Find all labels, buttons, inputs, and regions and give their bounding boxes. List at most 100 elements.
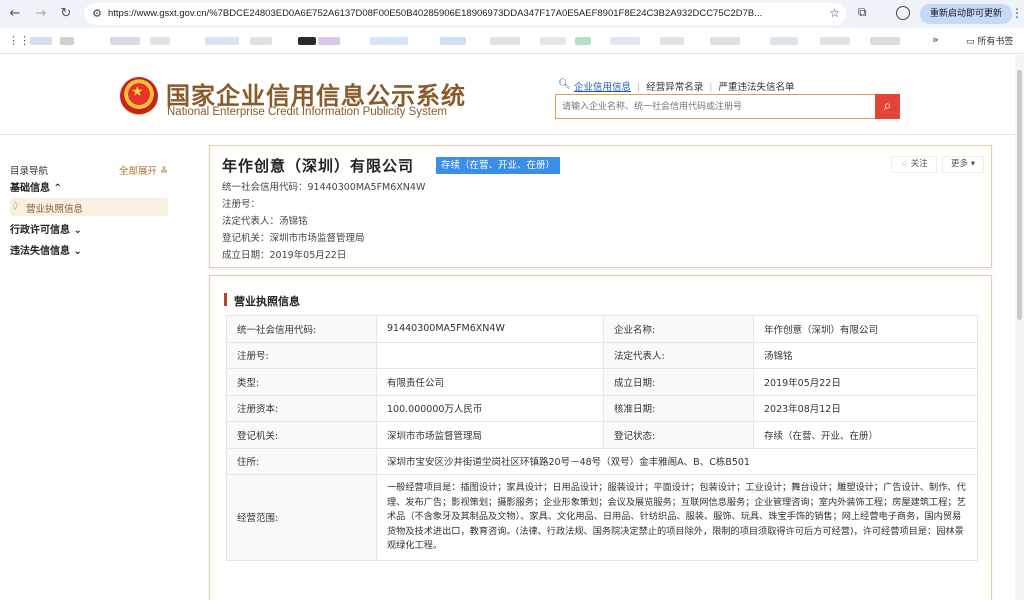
table-row: 统一社会信用代码: 91440300MA5FM6XN4W 企业名称: 年作创意（… [226,315,978,343]
expand-all-button[interactable]: 全部展开 ≚ [119,163,168,177]
bookmark-item[interactable] [60,37,74,45]
field-value: 有限责任公司 [376,368,604,396]
field-value: 年作创意（深圳）有限公司 [753,315,978,343]
status-badge: 存续（在营、开业、在册） [436,157,561,174]
bookmarks-bar: ⋮⋮ » ▭ 所有书签 [0,28,1024,54]
bookmark-item[interactable] [660,37,684,45]
bookmark-star-icon[interactable]: ☆ [829,6,840,20]
follow-label: 关注 [910,159,928,169]
browser-toolbar: ← → ↻ ⚙ https://www.gsxt.gov.cn/%7BDCE24… [0,0,1024,28]
bookmark-item[interactable] [490,37,520,45]
address-value: 深圳市宝安区沙井街道坣岗社区环镇路20号－48号（双号）金丰雅阁A、B、C栋B5… [376,447,978,475]
field-value: 91440300MA5FM6XN4W [376,315,604,343]
scrollbar-thumb[interactable] [1017,70,1022,320]
search-button[interactable]: ⌕ [875,94,900,119]
link-enterprise-credit[interactable]: 企业信用信息 [574,79,631,93]
field-label: 登记状态: [603,421,754,449]
field-label: 注册资本: [226,394,377,422]
field-label: 法定代表人: [603,341,754,369]
search-input[interactable] [556,95,875,118]
more-button[interactable]: 更多 ▾ [942,156,984,173]
chevron-down-icon: ⌄ [73,246,82,257]
sidebar-item-label: 基础信息 [10,183,50,194]
reload-icon[interactable]: ↻ [57,5,75,23]
url-text[interactable]: https://www.gsxt.gov.cn/%7BDCE24803ED0A6… [108,8,818,19]
apps-grid-icon[interactable]: ⋮⋮ [8,34,30,47]
bookmark-item[interactable] [870,37,900,45]
field-value [376,341,604,369]
table-row: 类型: 有限责任公司 成立日期: 2019年05月22日 [226,368,978,396]
bookmark-item[interactable] [540,37,566,45]
bookmark-item[interactable] [370,37,408,45]
sidebar-title: 目录导航 [10,166,49,177]
bookmark-item[interactable] [770,37,798,45]
field-value: 深圳市市场监督管理局 [376,421,604,449]
profile-icon[interactable] [896,6,910,20]
bookmark-item[interactable] [250,37,272,45]
location-pin-icon: ◊ [13,201,18,211]
chevron-up-icon: ⌃ [53,183,62,194]
all-bookmarks-label: 所有书签 [977,37,1014,47]
table-row: 经营范围: 一般经营项目是：插图设计；家具设计；日用品设计；服装设计；平面设计；… [226,474,978,561]
business-scope-value: 一般经营项目是：插图设计；家具设计；日用品设计；服装设计；平面设计；包装设计；工… [376,474,978,561]
browser-menu-icon[interactable]: ⋮ [1011,6,1023,20]
chevron-down-icon: ⌄ [73,225,82,236]
field-label: 注册号: [226,341,377,369]
bookmark-item[interactable] [440,37,466,45]
extensions-icon[interactable]: ⧉ [858,5,867,20]
section-title: 营业执照信息 [234,295,300,308]
field-label: 统一社会信用代码: [226,315,377,343]
field-value: 汤锦铭 [753,341,978,369]
legal-rep-line: 法定代表人：汤锦铭 [222,216,308,227]
sidebar-item-admin-license[interactable]: 行政许可信息 ⌄ [10,221,82,236]
bookmark-item[interactable] [205,37,239,45]
bookmark-item[interactable] [710,37,740,45]
bookmarks-overflow-icon[interactable]: » [932,33,939,46]
bookmark-item[interactable] [610,37,640,45]
restart-update-button[interactable]: 重新启动即可更新 [920,4,1012,24]
founded-date-line: 成立日期：2019年05月22日 [222,250,347,261]
sidebar-item-label: 违法失信信息 [10,246,70,257]
link-blacklist[interactable]: 严重违法失信名单 [718,79,794,93]
follow-button[interactable]: ☆ 关注 [891,156,937,173]
sidebar-item-violations[interactable]: 违法失信信息 ⌄ [10,242,82,257]
reg-number-line: 注册号： [222,199,261,210]
authority-line: 登记机关：深圳市市场监督管理局 [222,233,365,244]
bookmark-item[interactable] [575,37,591,45]
field-label: 类型: [226,368,377,396]
bookmark-item[interactable] [820,37,850,45]
forward-icon[interactable]: → [32,5,50,23]
table-row: 住所: 深圳市宝安区沙井街道坣岗社区环镇路20号－48号（双号）金丰雅阁A、B、… [226,447,978,475]
license-info-section: 营业执照信息 统一社会信用代码: 91440300MA5FM6XN4W 企业名称… [209,275,992,600]
star-icon: ☆ [900,159,908,169]
more-label: 更多 [951,159,969,169]
link-abnormal-list[interactable]: 经营异常名录 [646,79,703,93]
address-bar[interactable]: ⚙ https://www.gsxt.gov.cn/%7BDCE24803ED0… [84,3,846,25]
field-value: 100.000000万人民币 [376,394,604,422]
bookmark-item[interactable] [298,37,316,45]
sidebar-item-label: 行政许可信息 [10,225,70,236]
field-label: 登记机关: [226,421,377,449]
license-table: 统一社会信用代码: 91440300MA5FM6XN4W 企业名称: 年作创意（… [226,315,978,561]
field-value: 2019年05月22日 [753,368,978,396]
top-links: 企业信用信息 | 经营异常名录 | 严重违法失信名单 [574,79,794,93]
magnifier-icon: 🔍︎ [558,79,571,90]
back-icon[interactable]: ← [6,5,24,23]
sidebar-item-basic-info[interactable]: 基础信息 ⌃ [10,179,62,194]
bookmark-item[interactable] [30,37,52,45]
bookmark-item[interactable] [150,37,170,45]
site-header: ★ 国家企业信用信息公示系统 National Enterprise Credi… [0,55,1024,135]
site-title-en: National Enterprise Credit Information P… [167,106,447,118]
site-info-icon[interactable]: ⚙ [89,6,105,22]
field-label: 成立日期: [603,368,754,396]
company-summary-card: 年作创意（深圳）有限公司 存续（在营、开业、在册） ☆ 关注 更多 ▾ 统一社会… [209,145,992,268]
bookmark-item[interactable] [110,37,140,45]
field-value: 存续（在营、开业、在册） [753,421,978,449]
sidebar-item-license-info[interactable]: ◊ 营业执照信息 [10,198,168,216]
caret-down-icon: ▾ [970,159,975,169]
field-label: 经营范围: [226,474,377,561]
all-bookmarks-folder[interactable]: ▭ 所有书签 [966,34,1013,47]
field-label: 企业名称: [603,315,754,343]
table-row: 登记机关: 深圳市市场监督管理局 登记状态: 存续（在营、开业、在册） [226,421,978,449]
bookmark-item[interactable] [318,37,340,45]
